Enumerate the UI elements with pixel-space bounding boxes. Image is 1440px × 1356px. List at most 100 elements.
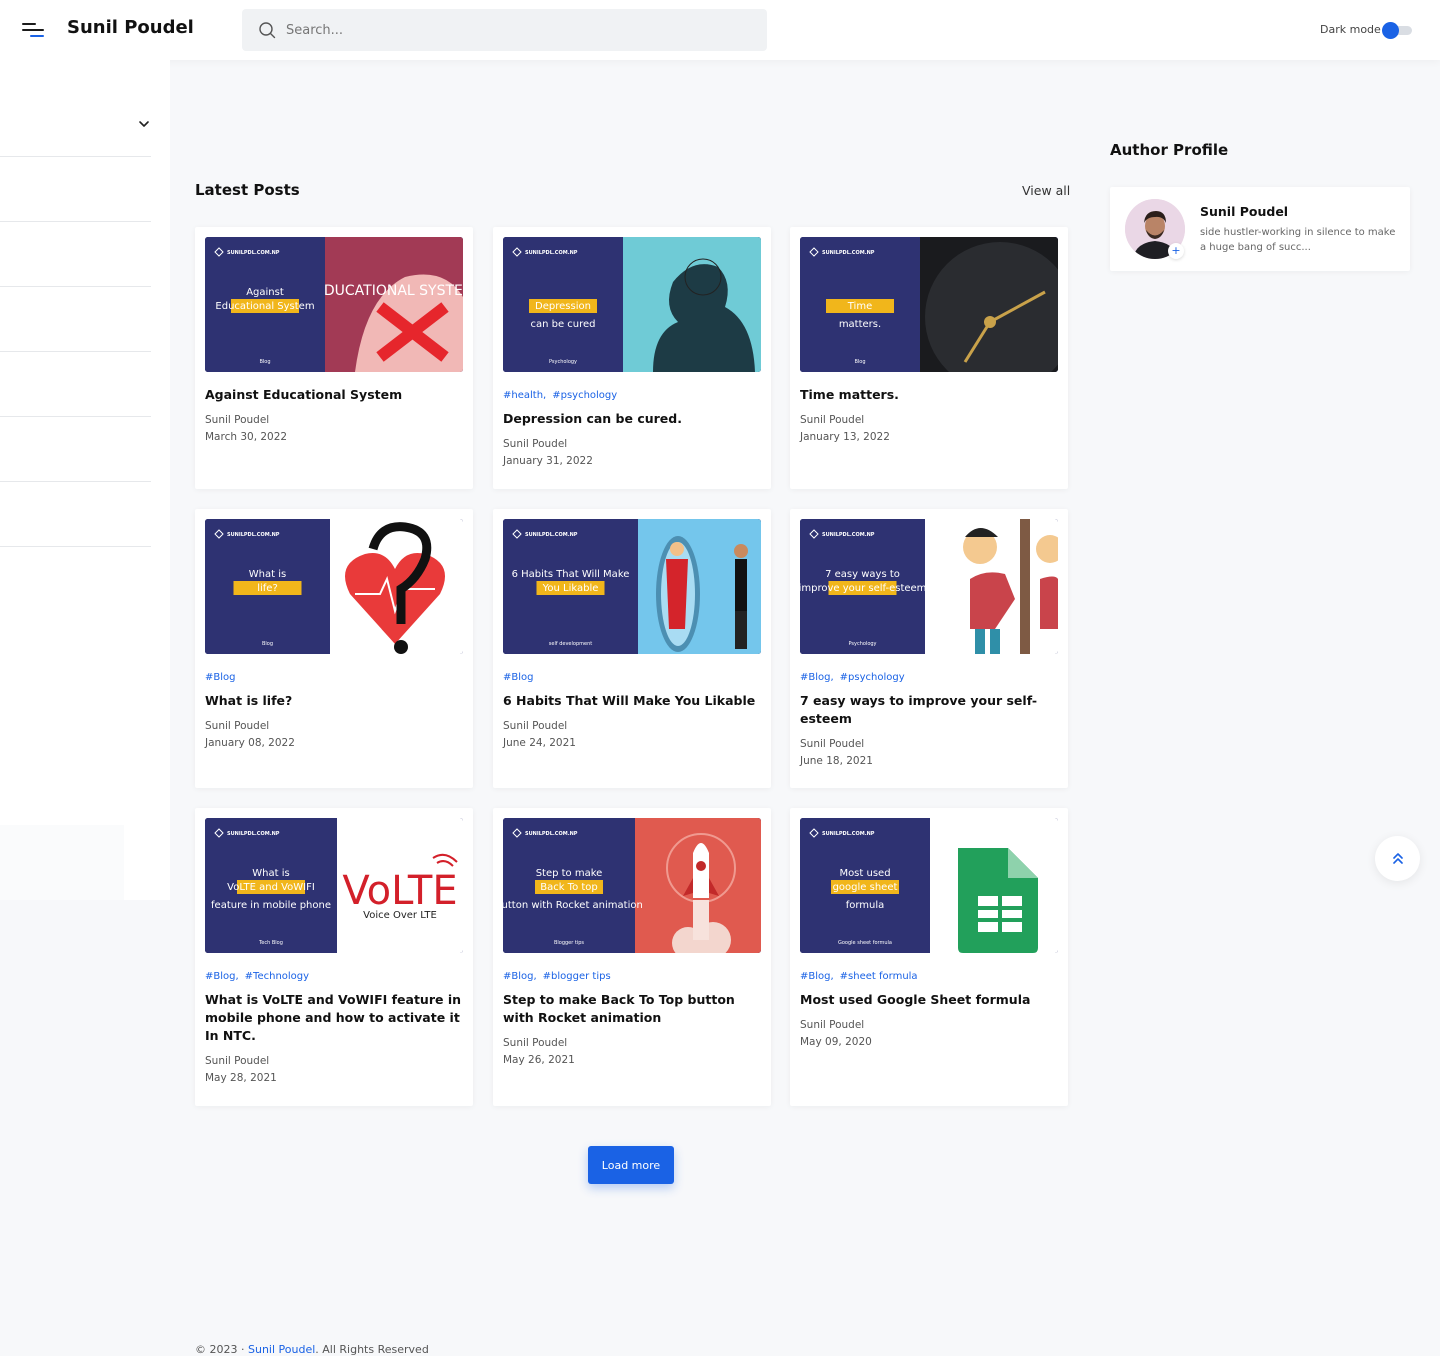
post-author: Sunil Poudel xyxy=(503,720,568,732)
thumb-brand: SUNILPDL.COM.NP xyxy=(822,831,875,837)
post-thumbnail[interactable]: EDUCATIONAL SYSTEM SUNILPDL.COM.NP Against… xyxy=(205,237,463,372)
post-card[interactable]: SUNILPDL.COM.NP Time matters. Blog Time matt… xyxy=(790,227,1068,489)
post-date: May 09, 2020 xyxy=(800,1036,872,1048)
sidebar-item[interactable] xyxy=(0,222,151,287)
post-thumbnail[interactable]: SUNILPDL.COM.NP Step to make Back To top bu… xyxy=(503,818,761,953)
post-author: Sunil Poudel xyxy=(800,738,865,750)
post-tag-link[interactable]: #Blog xyxy=(205,672,235,683)
sidebar-item[interactable] xyxy=(0,417,151,482)
thumb-footer: self development xyxy=(549,641,592,647)
thumb-highlight: life? xyxy=(257,583,278,594)
post-thumbnail[interactable]: SUNILPDL.COM.NP Time matters. Blog xyxy=(800,237,1058,372)
post-title[interactable]: Step to make Back To Top button with Roc… xyxy=(503,991,761,1027)
thumb-footer: Blog xyxy=(259,359,270,365)
load-more-button[interactable]: Load more xyxy=(588,1146,674,1184)
sidebar-footer-area xyxy=(0,825,124,900)
post-card[interactable]: SUNILPDL.COM.NP Most used google sheet form… xyxy=(790,808,1068,1106)
thumb-highlight: Time xyxy=(847,301,872,312)
thumb-footer: Blogger tips xyxy=(554,940,584,946)
post-title[interactable]: 7 easy ways to improve your self-esteem xyxy=(800,692,1058,728)
thumb-highlight: improve your self-esteem xyxy=(800,583,926,594)
post-card[interactable]: SUNILPDL.COM.NP Step to make Back To top bu… xyxy=(493,808,771,1106)
post-card[interactable]: SUNILPDL.COM.NP 7 easy ways to improve you… xyxy=(790,509,1068,788)
thumb-footer: Tech Blog xyxy=(258,940,283,946)
post-tag-link[interactable]: #psychology xyxy=(552,390,617,401)
post-tag-link[interactable]: #psychology xyxy=(840,672,905,683)
post-card[interactable]: SUNILPDL.COM.NP Depression can be cured Psy… xyxy=(493,227,771,489)
author-name[interactable]: Sunil Poudel xyxy=(1200,204,1288,219)
thumb-footer: Google sheet formula xyxy=(838,940,892,946)
thumb-highlight: Depression xyxy=(535,301,591,312)
post-tag-link[interactable]: #Blog, xyxy=(800,971,834,982)
thumb-highlight: VoLTE and VoWIFI xyxy=(227,882,315,893)
volte-sub-text: Voice Over LTE xyxy=(363,910,437,921)
search-input[interactable] xyxy=(286,9,756,51)
thumb-line1: What is xyxy=(252,868,289,879)
thumb-highlight: You Likable xyxy=(542,583,599,594)
dark-mode-label: Dark mode xyxy=(1320,23,1381,36)
site-title[interactable]: Sunil Poudel xyxy=(67,17,194,38)
sidebar-item[interactable] xyxy=(0,287,151,352)
thumb-brand: SUNILPDL.COM.NP xyxy=(227,250,280,256)
post-tags: #Blog, #psychology xyxy=(800,672,911,683)
post-title[interactable]: Depression can be cured. xyxy=(503,410,761,428)
author-card[interactable]: + Sunil Poudel side hustler-working in s… xyxy=(1110,187,1410,271)
post-tag-link[interactable]: #blogger tips xyxy=(543,971,611,982)
post-thumbnail[interactable]: SUNILPDL.COM.NP What is life? Blog xyxy=(205,519,463,654)
post-card[interactable]: SUNILPDL.COM.NP 6 Habits That Will Make Yo… xyxy=(493,509,771,788)
post-title[interactable]: Against Educational System xyxy=(205,386,463,404)
post-author: Sunil Poudel xyxy=(800,414,865,426)
post-title[interactable]: Most used Google Sheet formula xyxy=(800,991,1058,1009)
post-tag-link[interactable]: #health, xyxy=(503,390,546,401)
sidebar-item[interactable] xyxy=(0,352,151,417)
post-tag-link[interactable]: #sheet formula xyxy=(840,971,918,982)
back-to-top-button[interactable] xyxy=(1375,836,1420,881)
post-date: May 26, 2021 xyxy=(503,1054,575,1066)
thumb-brand: SUNILPDL.COM.NP xyxy=(227,532,280,538)
thumb-highlight: google sheet xyxy=(833,882,898,893)
post-title[interactable]: What is VoLTE and VoWIFI feature in mobi… xyxy=(205,991,463,1045)
post-author: Sunil Poudel xyxy=(800,1019,865,1031)
post-thumbnail[interactable]: SUNILPDL.COM.NP 6 Habits That Will Make Yo… xyxy=(503,519,761,654)
post-card[interactable]: EDUCATIONAL SYSTEM SUNILPDL.COM.NP Against… xyxy=(195,227,473,489)
thumb-line1: Most used xyxy=(839,868,890,879)
thumb-line2: can be cured xyxy=(530,319,595,330)
post-thumbnail[interactable]: SUNILPDL.COM.NP Depression can be cured Psy… xyxy=(503,237,761,372)
post-date: January 13, 2022 xyxy=(800,431,890,443)
footer-author-link[interactable]: Sunil Poudel xyxy=(248,1343,315,1356)
thumb-line1: 6 Habits That Will Make xyxy=(512,569,630,580)
menu-icon[interactable] xyxy=(22,20,46,40)
sidebar-item[interactable] xyxy=(0,157,151,222)
post-author: Sunil Poudel xyxy=(503,1037,568,1049)
dark-mode-toggle[interactable] xyxy=(1382,22,1412,39)
thumb-brand: SUNILPDL.COM.NP xyxy=(227,831,280,837)
post-title[interactable]: Time matters. xyxy=(800,386,1058,404)
view-all-link[interactable]: View all xyxy=(1022,183,1070,198)
thumb-line2: feature in mobile phone xyxy=(211,900,331,911)
latest-posts-heading: Latest Posts xyxy=(195,181,300,199)
thumb-line1: What is xyxy=(249,569,286,580)
thumb-footer: Blog xyxy=(854,359,865,365)
search-bar xyxy=(242,9,767,51)
post-title[interactable]: What is life? xyxy=(205,692,463,710)
post-thumbnail[interactable]: SUNILPDL.COM.NP Most used google sheet form… xyxy=(800,818,1058,953)
post-card[interactable]: SUNILPDL.COM.NP What is life? Blog #Blog What… xyxy=(195,509,473,788)
sidebar-item[interactable] xyxy=(0,482,151,547)
sidebar-item[interactable] xyxy=(0,92,151,157)
post-tag-link[interactable]: #Blog, xyxy=(800,672,834,683)
post-tags: #Blog, #blogger tips xyxy=(503,971,617,982)
thumb-brand: SUNILPDL.COM.NP xyxy=(822,532,875,538)
search-icon[interactable] xyxy=(258,21,276,39)
post-title[interactable]: 6 Habits That Will Make You Likable xyxy=(503,692,761,710)
post-card[interactable]: VoLTE Voice Over LTE SUNILPDL.COM.NP What i… xyxy=(195,808,473,1106)
post-author: Sunil Poudel xyxy=(205,414,270,426)
post-date: June 18, 2021 xyxy=(800,755,873,767)
post-tag-link[interactable]: #Blog, xyxy=(503,971,537,982)
plus-icon: + xyxy=(1168,243,1184,259)
post-tag-link[interactable]: #Blog xyxy=(503,672,533,683)
post-thumbnail[interactable]: VoLTE Voice Over LTE SUNILPDL.COM.NP What i… xyxy=(205,818,463,953)
post-thumbnail[interactable]: SUNILPDL.COM.NP 7 easy ways to improve you… xyxy=(800,519,1058,654)
post-author: Sunil Poudel xyxy=(503,438,568,450)
post-tag-link[interactable]: #Technology xyxy=(245,971,309,982)
post-tag-link[interactable]: #Blog, xyxy=(205,971,239,982)
